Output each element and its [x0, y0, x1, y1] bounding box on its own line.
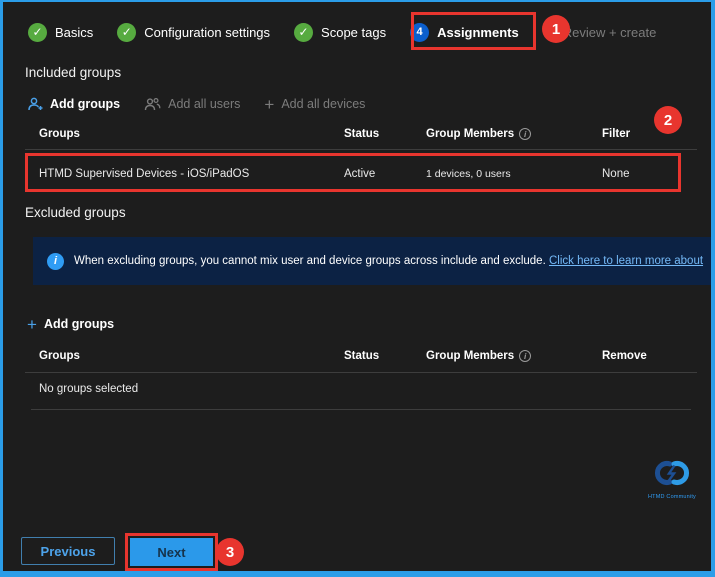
banner-message: When excluding groups, you cannot mix us…	[74, 255, 703, 267]
column-groups: Groups	[39, 350, 344, 362]
annotation-box-assignments	[411, 12, 536, 50]
column-status: Status	[344, 350, 426, 362]
htmd-logo-mark	[652, 458, 692, 488]
tab-scope-tags[interactable]: ✓ Scope tags	[294, 23, 386, 42]
tab-review-create-label: Review + create	[563, 25, 657, 40]
previous-button[interactable]: Previous	[21, 537, 115, 565]
logo-caption: HTMD Community	[643, 494, 701, 500]
tab-scope-tags-label: Scope tags	[321, 25, 386, 40]
column-group-members: Group Members	[426, 350, 514, 362]
tab-configuration-settings-label: Configuration settings	[144, 25, 270, 40]
add-all-devices-label: Add all devices	[281, 97, 365, 111]
column-group-members: Group Members	[426, 128, 514, 140]
column-groups: Groups	[39, 128, 344, 140]
tab-basics[interactable]: ✓ Basics	[28, 23, 93, 42]
column-filter: Filter	[602, 128, 699, 140]
annotation-box-group-row	[25, 153, 681, 192]
tab-configuration-settings[interactable]: ✓ Configuration settings	[117, 23, 270, 42]
annotation-circle-2: 2	[654, 106, 682, 134]
check-icon: ✓	[28, 23, 47, 42]
add-all-devices-button: + Add all devices	[264, 96, 365, 113]
htmd-logo: HTMD Community	[643, 458, 701, 500]
assignments-wizard-panel: ✓ Basics ✓ Configuration settings ✓ Scop…	[0, 0, 715, 577]
column-remove: Remove	[602, 350, 699, 362]
included-groups-actions: Add groups Add all users + Add all devic…	[27, 93, 365, 115]
excluded-groups-heading: Excluded groups	[25, 205, 126, 220]
section-divider	[31, 409, 691, 410]
included-groups-table-header: Groups Status Group Members i Filter	[39, 128, 699, 140]
excluded-add-groups-label: Add groups	[44, 317, 114, 331]
add-all-users-button: Add all users	[144, 97, 240, 111]
banner-link[interactable]: Click here to learn more about	[549, 255, 703, 267]
annotation-circle-1: 1	[542, 15, 570, 43]
info-icon[interactable]: i	[519, 350, 531, 362]
excluded-groups-table-header: Groups Status Group Members i Remove	[39, 350, 699, 362]
info-banner: i When excluding groups, you cannot mix …	[33, 237, 714, 285]
info-icon[interactable]: i	[519, 128, 531, 140]
column-status: Status	[344, 128, 426, 140]
excluded-groups-actions: + Add groups	[27, 313, 114, 335]
add-all-users-label: Add all users	[168, 97, 240, 111]
check-icon: ✓	[294, 23, 313, 42]
next-button[interactable]: Next	[130, 538, 213, 566]
add-groups-button[interactable]: Add groups	[27, 97, 120, 112]
included-groups-heading: Included groups	[25, 65, 121, 80]
empty-state-text: No groups selected	[39, 383, 138, 395]
tab-basics-label: Basics	[55, 25, 93, 40]
check-icon: ✓	[117, 23, 136, 42]
excluded-add-groups-button[interactable]: + Add groups	[27, 316, 114, 333]
people-icon	[144, 97, 161, 111]
annotation-circle-3: 3	[216, 538, 244, 566]
info-icon: i	[47, 253, 64, 270]
add-groups-label: Add groups	[50, 97, 120, 111]
tab-review-create: Review + create	[563, 25, 657, 40]
person-add-icon	[27, 97, 43, 112]
plus-icon: +	[264, 96, 274, 113]
table-divider	[25, 372, 697, 373]
annotation-box-next: Next	[125, 533, 218, 571]
plus-icon: +	[27, 316, 37, 333]
table-divider	[25, 149, 697, 150]
